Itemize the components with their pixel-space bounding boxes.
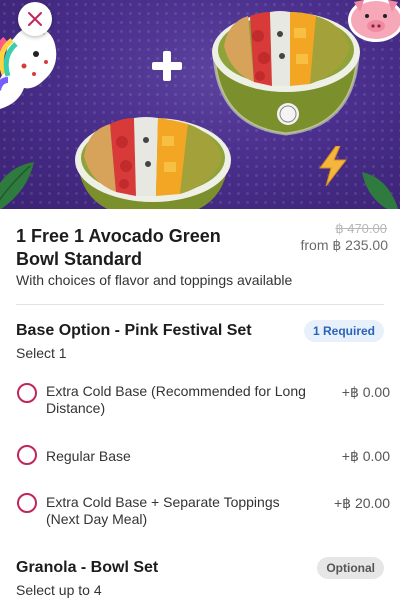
acai-bowl-image xyxy=(75,117,231,209)
option-price: +฿ 0.00 xyxy=(341,448,390,464)
option-label: Extra Cold Base + Separate Toppings (Nex… xyxy=(46,494,280,527)
option-regular-base[interactable]: Regular Base +฿ 0.00 xyxy=(0,444,400,470)
radio-button[interactable] xyxy=(17,383,37,403)
original-price: ฿ 470.00 xyxy=(335,221,387,236)
option-price: +฿ 20.00 xyxy=(333,495,390,511)
section-title-granola: Granola - Bowl Set xyxy=(16,559,159,576)
product-description: With choices of flavor and toppings avai… xyxy=(16,272,293,288)
close-icon xyxy=(28,12,42,26)
close-button[interactable] xyxy=(18,2,52,36)
option-extra-cold-base[interactable]: Extra Cold Base (Recommended for Long Di… xyxy=(0,380,400,420)
section-subtitle: Select 1 xyxy=(16,345,67,361)
radio-button[interactable] xyxy=(17,493,37,513)
section-subtitle: Select up to 4 xyxy=(16,582,102,598)
leaf-decoration xyxy=(362,172,399,209)
option-extra-cold-separate-toppings[interactable]: Extra Cold Base + Separate Toppings (Nex… xyxy=(0,491,400,531)
leaf-decoration xyxy=(0,162,34,209)
divider xyxy=(16,304,384,305)
section-title-base-option: Base Option - Pink Festival Set xyxy=(16,322,252,339)
price-from: from ฿ 235.00 xyxy=(300,237,388,253)
option-label: Regular Base xyxy=(46,448,131,464)
product-title: 1 Free 1 Avocado Green Bowl Standard xyxy=(16,226,221,269)
plus-icon xyxy=(152,51,182,81)
lightning-bolt-icon xyxy=(319,146,348,186)
radio-button[interactable] xyxy=(17,445,37,465)
product-hero-image xyxy=(0,0,400,209)
option-label: Extra Cold Base (Recommended for Long Di… xyxy=(46,383,306,416)
optional-badge: Optional xyxy=(317,557,384,579)
required-badge: 1 Required xyxy=(303,320,384,342)
option-price: +฿ 0.00 xyxy=(341,384,390,400)
